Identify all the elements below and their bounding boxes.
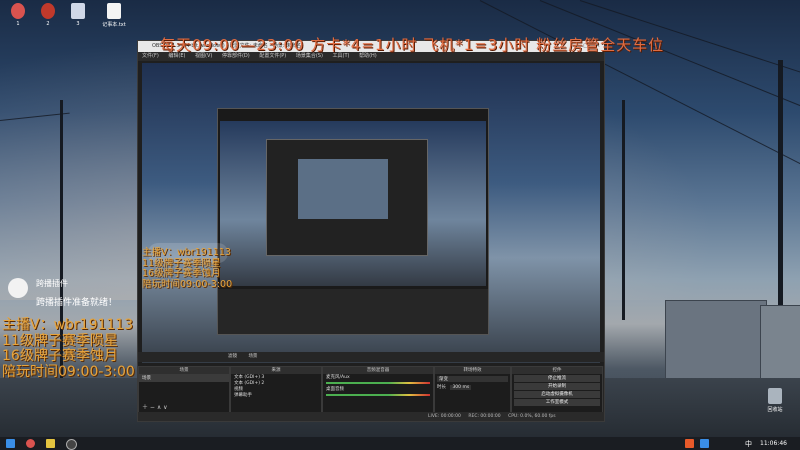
desktop-icon-label: 1 <box>16 21 20 27</box>
scene-toolbar: ＋ − ∧ ∨ <box>142 404 168 411</box>
filter-label[interactable]: 滤镜 <box>228 354 237 359</box>
source-item[interactable]: 弹幕助手 <box>231 392 321 398</box>
sources-panel: 来源 文本 (GDI+) 3 文本 (GDI+) 2 视频 弹幕助手 <box>230 366 322 413</box>
panel-header: 转场特效 <box>435 367 510 374</box>
input-language[interactable]: 中 <box>745 439 752 449</box>
controls-panel: 控件 停止推流 开始录制 启动虚拟摄像机 工作室模式 <box>511 366 603 413</box>
desktop-icon-label: 2 <box>46 21 50 27</box>
virtual-camera-button[interactable]: 启动虚拟摄像机 <box>514 391 600 398</box>
volume-meter <box>326 382 430 384</box>
clock[interactable]: 11:06:46 <box>760 440 787 447</box>
streamer-info: 主播V：wbr191113 11级牌子赛季陨星 16级牌子赛季蚀月 陪玩时间09… <box>2 317 135 381</box>
menu-file[interactable]: 文件(F) <box>142 53 159 59</box>
panel-header: 场景 <box>139 367 229 374</box>
mixer-channel-name: 麦克风/Aux <box>326 375 350 380</box>
app-icon <box>71 3 85 19</box>
schedule-banner: 每天09:00—23:00 方卡*4=1小时 飞机*1=3小时 粉丝房管全天车位 <box>160 36 665 54</box>
volume-meter <box>326 394 430 396</box>
recycle-bin-icon <box>768 388 782 404</box>
app-icon <box>11 3 25 19</box>
studio-mode-button[interactable]: 工作室模式 <box>514 399 600 406</box>
filter-label[interactable]: 场景 <box>248 354 257 359</box>
nested-panels <box>218 289 488 334</box>
utility-pole <box>622 100 625 320</box>
house <box>760 305 800 387</box>
text-file-icon <box>107 3 121 19</box>
overlay-line: 主播V：wbr191113 <box>2 317 134 333</box>
obs-window[interactable]: OBS 27.1.3 (64 bit, windows) - 配置文件: 未命名… <box>137 40 605 422</box>
status-bar: LIVE: 00:00:00 REC: 00:00:00 CPU: 0.0%, … <box>138 412 604 421</box>
desktop-icon[interactable]: 1 <box>3 3 33 27</box>
filter-bar: 滤镜 场景 <box>138 352 604 362</box>
live-status: LIVE: 00:00:00 <box>428 414 461 419</box>
recycle-bin-label: 回收站 <box>767 407 783 413</box>
tray-icon[interactable] <box>685 439 694 448</box>
taskbar: 中 11:06:46 <box>0 437 800 450</box>
transitions-panel: 转场特效 渐变 时长 300 ms <box>434 366 511 413</box>
windows-start-icon[interactable] <box>6 439 15 448</box>
desktop-icon-label: 记事本.txt <box>102 22 126 28</box>
plugin-message: 跨播插件准备就绪！ <box>36 298 118 308</box>
panel-header: 控件 <box>512 367 602 374</box>
plugin-icon <box>8 278 28 298</box>
transition-select[interactable]: 渐变 <box>437 376 508 382</box>
mixer-channel-name: 桌面音频 <box>326 387 344 392</box>
stop-stream-button[interactable]: 停止推流 <box>514 375 600 382</box>
taskbar-app-icon[interactable] <box>46 439 55 448</box>
duration-input[interactable]: 300 ms <box>450 385 472 390</box>
taskbar-app-icon[interactable] <box>26 439 35 448</box>
tray-icon[interactable] <box>700 439 709 448</box>
dock-panels: 滤镜 场景 场景 场景 ＋ − ∧ ∨ 来源 文本 (GDI+) 3 文本 (G… <box>138 352 604 421</box>
plugin-title: 跨播插件 <box>36 279 68 288</box>
nested-preview-inner <box>298 159 388 219</box>
overlay-line: 11级牌子赛季陨星 <box>2 332 118 349</box>
desktop-icon[interactable]: 2 <box>33 3 63 27</box>
duration-label: 时长 <box>437 385 446 390</box>
overlay-line: 陪玩时间09:00-3:00 <box>2 364 135 381</box>
panel-header: 来源 <box>231 367 321 374</box>
desktop-icon-label: 3 <box>76 21 80 27</box>
start-recording-button[interactable]: 开始录制 <box>514 383 600 390</box>
streamer-info-preview: 主播V：wbr191113 11级牌子赛季陨星 16级牌子赛季蚀月 陪玩时间09… <box>142 247 233 291</box>
rec-status: REC: 00:00:00 <box>468 414 501 419</box>
panel-header: 音频混音器 <box>323 367 433 374</box>
scenes-panel: 场景 场景 ＋ − ∧ ∨ <box>138 366 230 413</box>
blocked-icon <box>41 3 55 19</box>
overlay-line: 陪玩时间09:00-3:00 <box>142 278 233 290</box>
duration-row: 时长 300 ms <box>437 384 508 390</box>
recycle-bin[interactable]: 回收站 <box>760 388 790 413</box>
scene-item[interactable]: 场景 <box>139 374 229 382</box>
preview-area[interactable] <box>142 63 600 363</box>
house <box>665 300 767 387</box>
obs-taskbar-icon[interactable] <box>66 439 77 450</box>
desktop-icon[interactable]: 记事本.txt <box>96 3 132 28</box>
cpu-status: CPU: 0.0%, 60.00 fps <box>508 414 556 419</box>
desktop-icon[interactable]: 3 <box>63 3 93 27</box>
nested-obs-window <box>217 108 489 335</box>
overlay-line: 16级牌子赛季蚀月 <box>2 348 118 365</box>
mixer-panel: 音频混音器 麦克风/Aux 桌面音频 <box>322 366 434 413</box>
